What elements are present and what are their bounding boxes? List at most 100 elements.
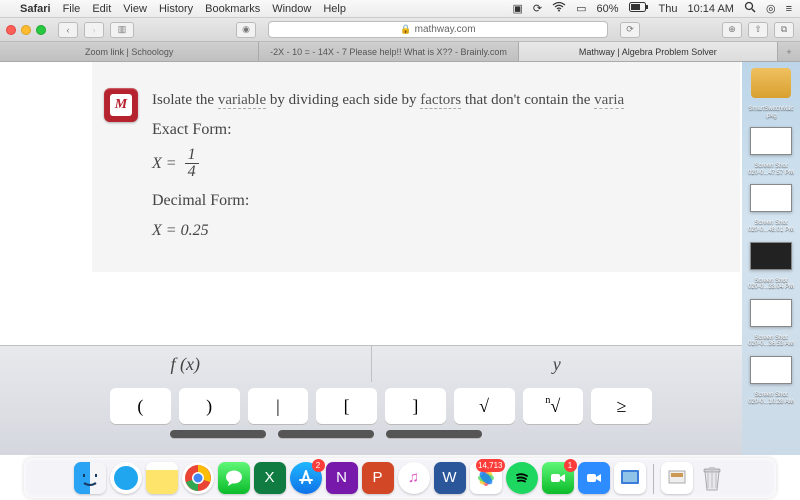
desktop-label-4: Screen Shot020-0...36.53 AM [748,335,794,348]
sidebar-button[interactable]: ▥ [110,22,134,38]
dock-spotify-icon[interactable] [506,462,538,494]
minimize-window-button[interactable] [21,25,31,35]
desktop-thumb-4[interactable] [750,299,792,327]
dock-preview-icon[interactable] [614,462,646,494]
menu-bookmarks[interactable]: Bookmarks [205,3,260,15]
tab-brainly[interactable]: -2X - 10 = - 14X - 7 Please help!! What … [259,42,518,61]
new-tab-button[interactable]: + [778,42,800,61]
link-factors[interactable]: factors [420,92,461,109]
menu-history[interactable]: History [159,3,193,15]
answer-text: Isolate the variable by dividing each si… [152,89,740,243]
menu-file[interactable]: File [63,3,81,15]
desktop-folder[interactable] [751,68,791,98]
menu-help[interactable]: Help [323,3,346,15]
controlcenter-icon[interactable]: ◎ [766,2,776,15]
dock-word-icon[interactable]: W [434,462,466,494]
dock-safari-icon[interactable] [110,462,142,494]
exact-form-label: Exact Form: [152,118,740,142]
equation-exact: X = [152,155,177,172]
fraction: 1 4 [185,147,199,180]
desktop-label-0: SmartSwitchMac.pkg [748,106,793,119]
kbd-tab-y[interactable]: y [372,346,743,382]
shield-icon[interactable]: ◉ [236,22,256,38]
window-controls [6,25,46,35]
tab-mathway[interactable]: Mathway | Algebra Problem Solver [519,42,778,61]
spotlight-icon[interactable] [744,1,756,16]
appstore-badge: 2 [312,459,325,472]
reload-button[interactable]: ⟳ [620,22,640,38]
dock-chrome-icon[interactable] [182,462,214,494]
safari-toolbar: ‹ › ▥ ◉ 🔒 mathway.com ⟳ ⊕ ⇧ ⧉ [0,18,800,42]
tab-schoology[interactable]: Zoom link | Schoology [0,42,259,61]
key-blank2[interactable] [278,430,374,438]
key-lbracket[interactable]: [ [316,388,377,424]
share-button[interactable]: ⇧ [748,22,768,38]
url-text: mathway.com [415,24,476,35]
key-blank1[interactable] [170,430,266,438]
photos-badge: 14,713 [476,459,504,472]
dock-itunes-icon[interactable]: ♫ [398,462,430,494]
menu-edit[interactable]: Edit [92,3,111,15]
mathway-logo: M [104,88,138,122]
sync-icon[interactable]: ⟳ [533,2,542,15]
decimal-form-label: Decimal Form: [152,189,740,213]
app-menu[interactable]: Safari [20,3,51,15]
dock-finder-icon[interactable] [74,462,106,494]
desktop-thumb-3[interactable] [750,242,792,270]
wifi-icon[interactable] [552,2,566,15]
desktop-thumb-1[interactable] [750,127,792,155]
menubar-time[interactable]: 10:14 AM [687,3,733,15]
dock-zoom-icon[interactable] [578,462,610,494]
dock-photos-icon[interactable]: 14,713 [470,462,502,494]
desktop-label-3: Screen Shot020-0...33.04 PM [748,278,794,291]
key-nroot[interactable]: n√ [523,388,584,424]
desktop-label-1: Screen Shot020-0...47.57 PM [748,163,794,176]
answer-panel: M Isolate the variable by dividing each … [92,62,740,272]
key-blank3[interactable] [386,430,482,438]
facetime-badge: 1 [564,459,577,472]
key-geq[interactable]: ≥ [591,388,652,424]
link-variable[interactable]: variable [218,92,266,109]
display-icon[interactable]: ▭ [576,2,586,15]
dock-notes-icon[interactable] [146,462,178,494]
extensions-button[interactable]: ⊕ [722,22,742,38]
menu-window[interactable]: Window [272,3,311,15]
notification-icon[interactable]: ≡ [786,3,792,15]
screenrec-icon[interactable]: ▣ [512,2,522,15]
link-variable2[interactable]: varia [594,92,624,109]
safari-tabbar: Zoom link | Schoology -2X - 10 = - 14X -… [0,42,800,62]
page-content: M Isolate the variable by dividing each … [0,62,800,500]
tabs-button[interactable]: ⧉ [774,22,794,38]
dock-onenote-icon[interactable]: N [326,462,358,494]
desktop-label-5: Screen Shot020-0...10.28 AM [748,392,794,405]
dock-separator [653,464,654,494]
dock-trash-icon[interactable] [697,462,727,494]
key-abs[interactable]: | [248,388,309,424]
key-lparen[interactable]: ( [110,388,171,424]
key-rbracket[interactable]: ] [385,388,446,424]
menu-view[interactable]: View [123,3,147,15]
equation-decimal: X = 0.25 [152,219,740,243]
dock-messages-icon[interactable] [218,462,250,494]
dock-excel-icon[interactable]: X [254,462,286,494]
dock-appstore-icon[interactable]: 2 [290,462,322,494]
forward-button[interactable]: › [84,22,104,38]
fullscreen-window-button[interactable] [36,25,46,35]
mac-menubar: Safari File Edit View History Bookmarks … [0,0,800,18]
dock-powerpoint-icon[interactable]: P [362,462,394,494]
desktop-right-strip: SmartSwitchMac.pkg Screen Shot020-0...47… [742,62,800,455]
desktop-thumb-2[interactable] [750,184,792,212]
battery-icon[interactable] [629,2,649,15]
address-bar[interactable]: 🔒 mathway.com [268,21,608,38]
desktop-label-2: Screen Shot020-0...48.01 PM [748,220,794,233]
menubar-day[interactable]: Thu [659,3,678,15]
dock-screenshot-stack[interactable] [661,462,693,494]
battery-percent: 60% [596,3,618,15]
close-window-button[interactable] [6,25,16,35]
kbd-tab-fx[interactable]: f (x) [0,346,372,382]
back-button[interactable]: ‹ [58,22,78,38]
dock-facetime-icon[interactable]: 1 [542,462,574,494]
key-sqrt[interactable]: √ [454,388,515,424]
key-rparen[interactable]: ) [179,388,240,424]
desktop-thumb-5[interactable] [750,356,792,384]
